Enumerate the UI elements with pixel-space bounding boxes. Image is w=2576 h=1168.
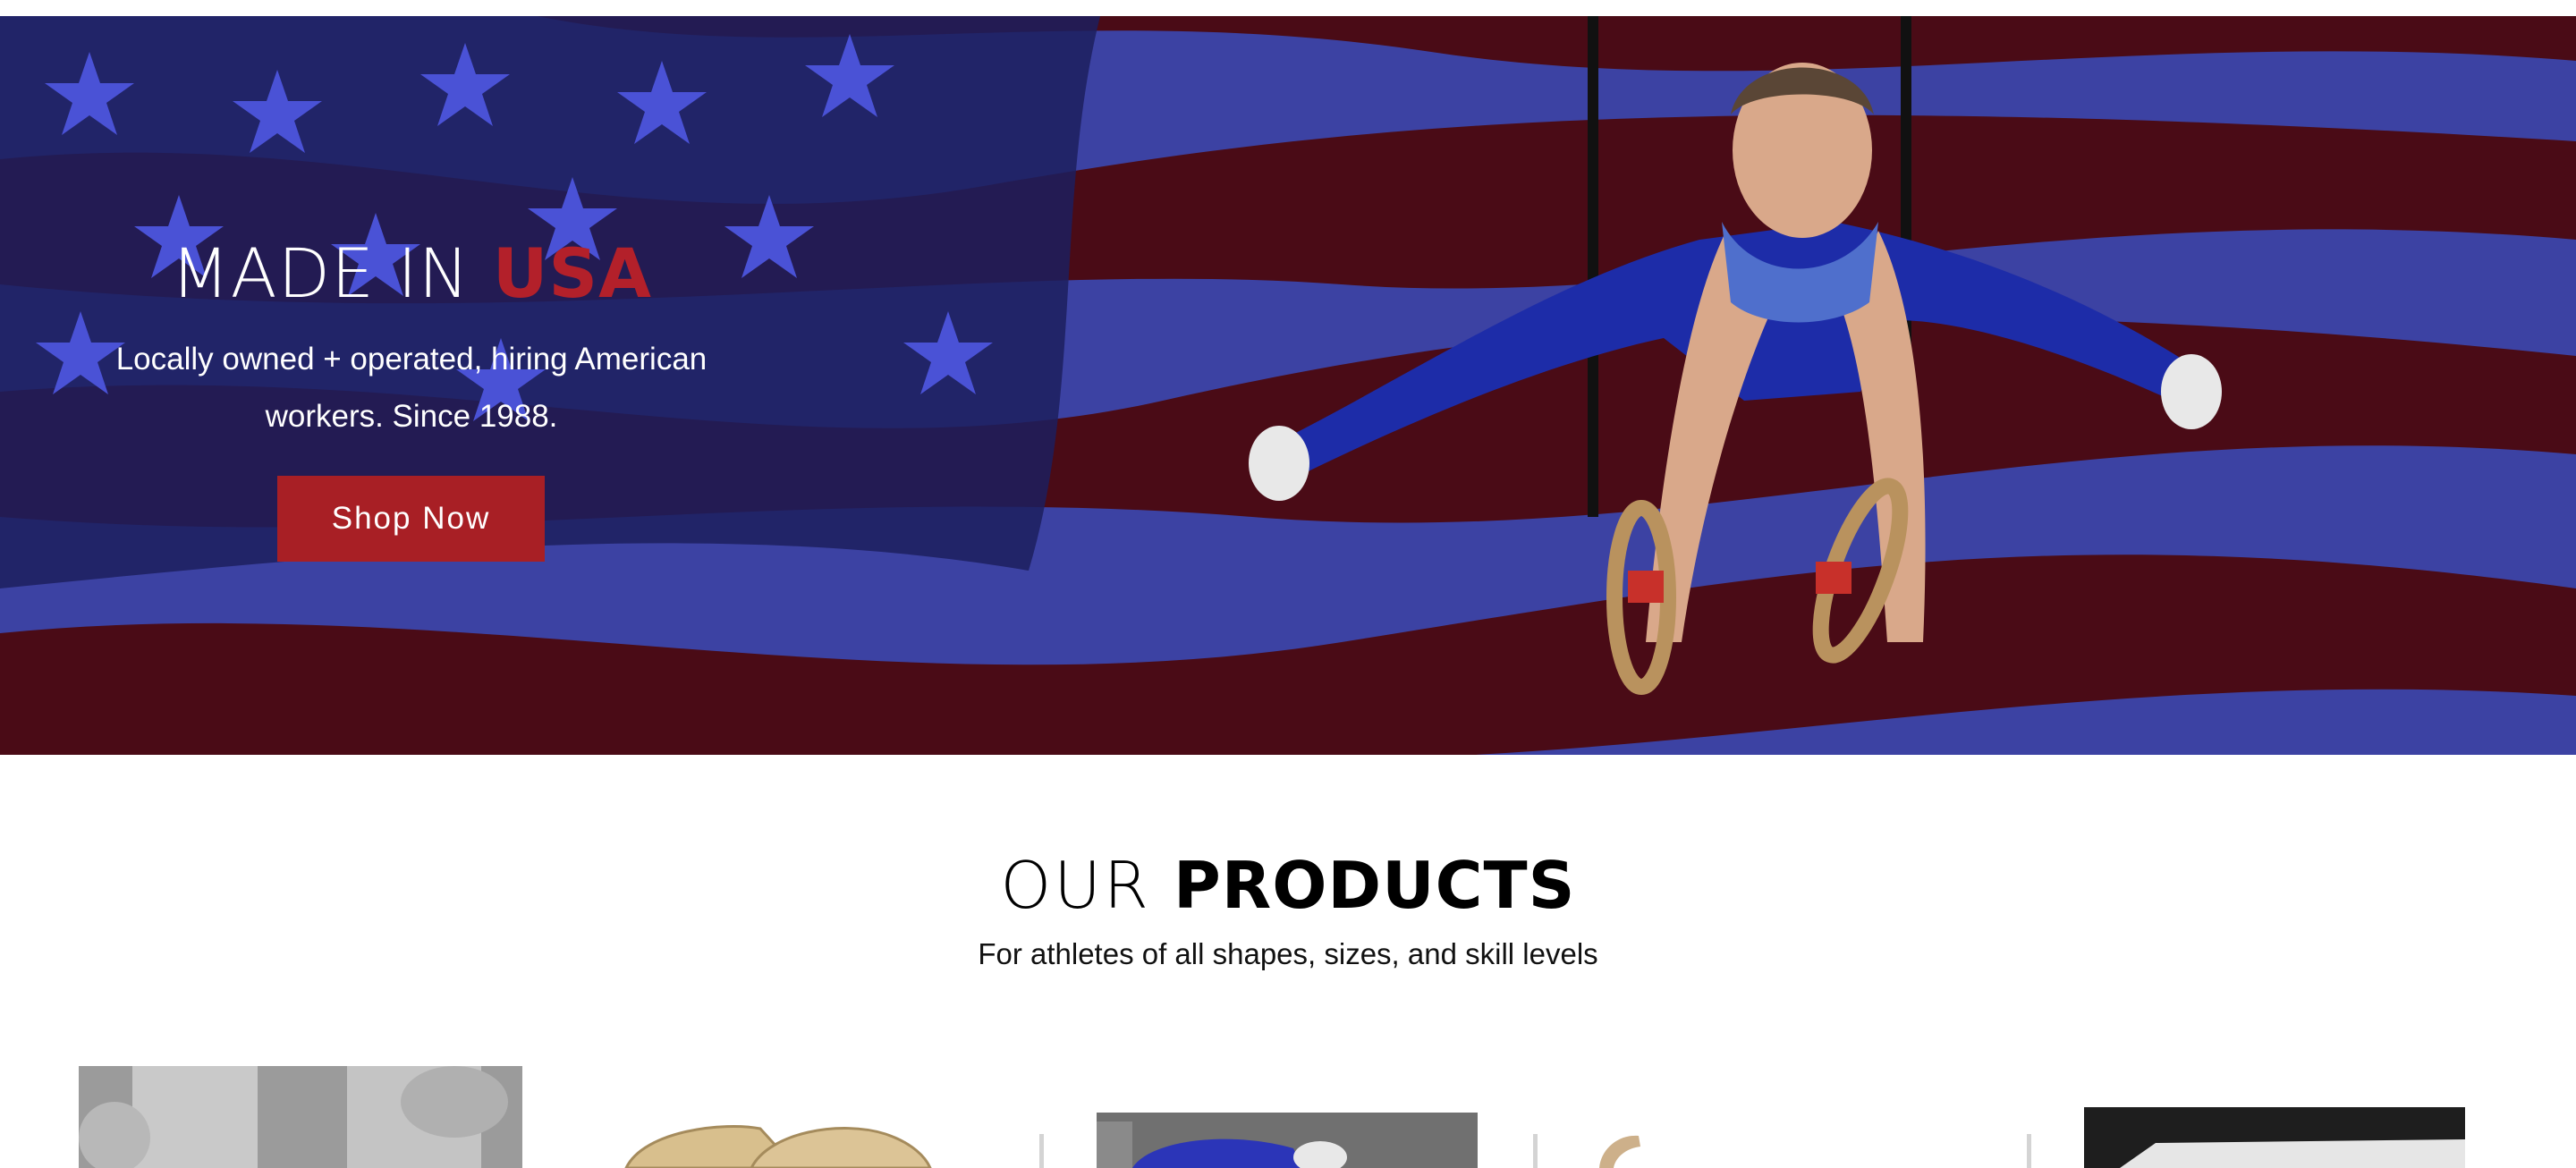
hero-title-highlight: USA [492,233,652,313]
product-thumb-grips[interactable] [617,1113,939,1168]
hero-subtitle: Locally owned + operated, hiring America… [89,331,733,445]
product-thumb-wrist-supports[interactable] [79,1066,522,1168]
hero-copy: MADE IN USA Locally owned + operated, hi… [89,240,733,445]
product-divider [1039,1134,1044,1168]
grips-image [624,1124,932,1168]
products-heading-light: OUR [1000,848,1151,923]
wrist-supports-image [79,1066,522,1168]
hero-subtitle-line2: workers. Since 1988. [265,399,558,434]
hero-banner: MADE IN USA Locally owned + operated, hi… [0,16,2576,755]
products-subtitle: For athletes of all shapes, sizes, and s… [978,937,1598,970]
shop-now-button[interactable]: Shop Now [277,476,545,562]
product-divider [2027,1134,2031,1168]
products-heading: OUR PRODUCTS [0,853,2576,918]
products-heading-bold: PRODUCTS [1174,848,1576,923]
hero-subtitle-line1: Locally owned + operated, hiring America… [115,342,708,377]
product-thumb-apparel[interactable] [1097,1113,1478,1168]
hero-title: MADE IN USA [89,240,733,308]
mat-image [2084,1107,2465,1168]
ring-image [1599,1135,1640,1168]
product-thumb-ring[interactable] [1592,1130,1699,1168]
apparel-image [1097,1113,1478,1168]
product-divider [1533,1134,1538,1168]
hero-title-prefix: MADE IN [171,233,470,313]
products-section: OUR PRODUCTS For athletes of all shapes,… [0,755,2576,1168]
product-thumb-mat[interactable] [2084,1107,2465,1168]
